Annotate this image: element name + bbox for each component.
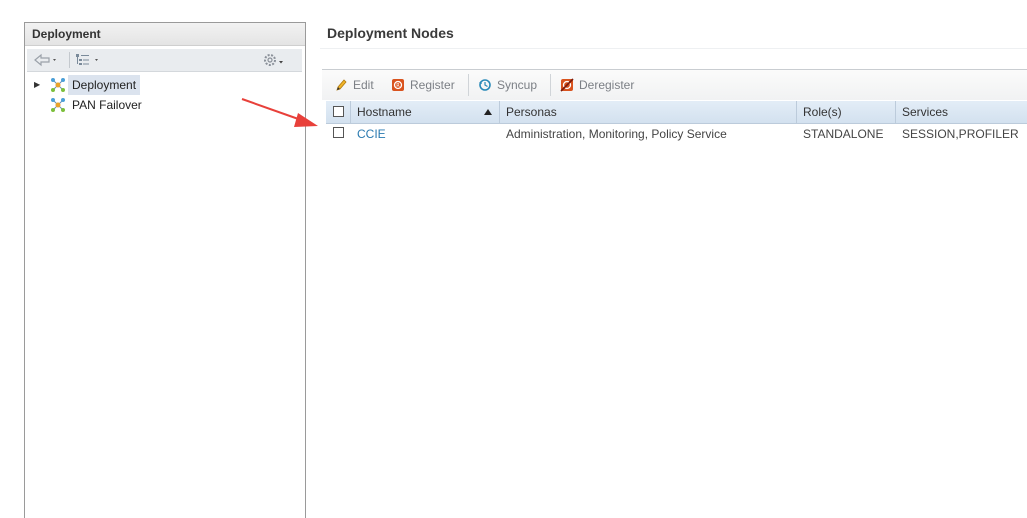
edit-button[interactable]: Edit (334, 70, 374, 100)
page-title: Deployment Nodes (327, 25, 454, 41)
column-divider (350, 101, 351, 123)
deregister-label: Deregister (579, 78, 635, 92)
tree-item-label: PAN Failover (72, 98, 142, 112)
toolbar-divider (550, 74, 551, 96)
gear-icon[interactable] (261, 52, 289, 68)
toolbar-divider (468, 74, 469, 96)
register-label: Register (410, 78, 455, 92)
svg-text:R: R (396, 83, 400, 89)
hostname-link[interactable]: CCIE (357, 123, 386, 145)
column-header-services[interactable]: Services (902, 101, 948, 123)
syncup-button[interactable]: Syncup (478, 70, 537, 100)
column-header-roles[interactable]: Role(s) (803, 101, 842, 123)
node-icon (51, 78, 65, 92)
column-divider (796, 101, 797, 123)
toolbar-divider (69, 52, 70, 68)
column-divider (895, 101, 896, 123)
annotation-arrow-icon (241, 98, 318, 127)
personas-cell: Administration, Monitoring, Policy Servi… (506, 127, 727, 141)
column-header-personas[interactable]: Personas (506, 101, 557, 123)
tree-item-label: Deployment (68, 75, 141, 95)
sort-ascending-icon[interactable] (484, 109, 492, 115)
table-header: Hostname Personas Role(s) Services (326, 101, 1027, 124)
edit-label: Edit (353, 78, 374, 92)
row-checkbox[interactable] (333, 127, 344, 138)
select-all-checkbox[interactable] (333, 106, 344, 117)
deregister-icon (560, 78, 574, 92)
column-header-hostname[interactable]: Hostname (357, 101, 412, 123)
title-divider (320, 48, 1027, 49)
register-icon: R (392, 79, 404, 91)
node-icon (51, 98, 65, 112)
edit-pencil-icon (336, 79, 347, 91)
expand-arrow-icon[interactable]: ▶ (34, 75, 40, 95)
syncup-label: Syncup (497, 78, 538, 92)
column-divider (499, 101, 500, 123)
register-button[interactable]: R Register (391, 70, 455, 100)
tree-view-icon[interactable] (75, 52, 103, 68)
nodes-toolbar: Edit R Register Syncup Deregister (322, 69, 1027, 100)
tree-item-deployment[interactable]: ▶ Deployment (31, 75, 299, 95)
roles-cell: STANDALONE (803, 127, 884, 141)
services-cell: SESSION,PROFILER (902, 127, 1019, 141)
deregister-button[interactable]: Deregister (560, 70, 634, 100)
table-row[interactable]: CCIE Administration, Monitoring, Policy … (326, 123, 1027, 145)
back-arrow-icon[interactable] (33, 52, 59, 68)
tree-toolbar (27, 49, 302, 72)
syncup-icon (479, 79, 491, 91)
panel-title: Deployment (25, 23, 305, 46)
